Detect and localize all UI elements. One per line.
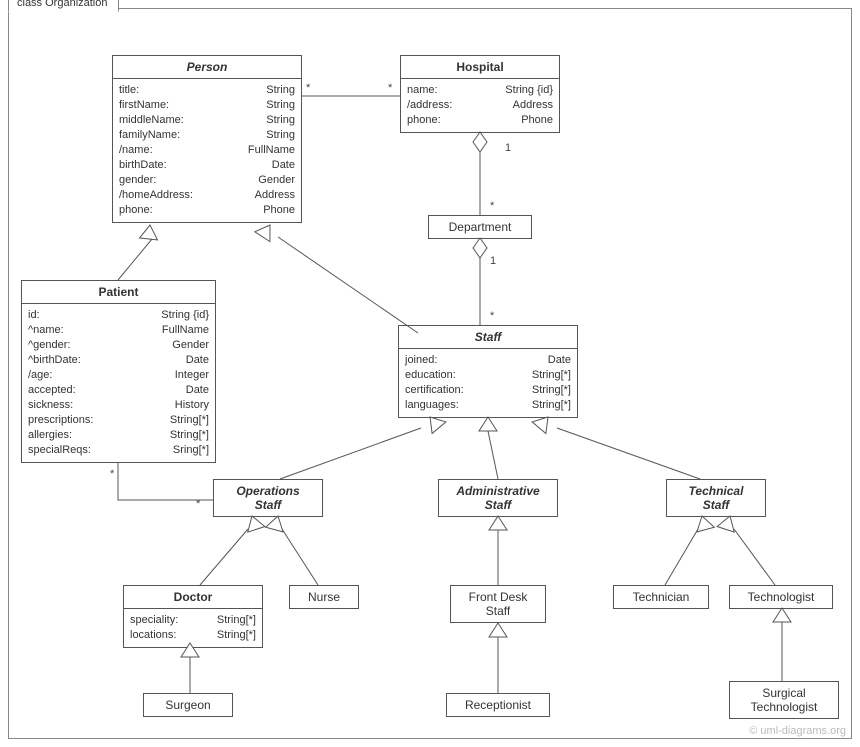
attribute-row: title:String xyxy=(119,83,295,98)
class-surgeon-title: Surgeon xyxy=(144,694,232,716)
class-technologist-title: Technologist xyxy=(730,586,832,608)
attribute-row: specialReqs:Sring[*] xyxy=(28,443,209,458)
class-patient-attrs: id:String {id}^name:FullName^gender:Gend… xyxy=(22,304,215,462)
class-staff: Staff joined:Dateeducation:String[*]cert… xyxy=(398,325,578,418)
attribute-row: ^gender:Gender xyxy=(28,338,209,353)
class-operations-staff-title: OperationsStaff xyxy=(214,480,322,516)
mult-patient-ops-left: * xyxy=(110,468,114,480)
attribute-row: /address:Address xyxy=(407,98,553,113)
watermark: © uml-diagrams.org xyxy=(749,725,846,737)
attribute-row: locations:String[*] xyxy=(130,628,256,643)
class-administrative-staff-title: AdministrativeStaff xyxy=(439,480,557,516)
mult-patient-ops-right: * xyxy=(196,498,200,510)
attribute-row: id:String {id} xyxy=(28,308,209,323)
attribute-row: phone:Phone xyxy=(119,203,295,218)
attribute-row: ^birthDate:Date xyxy=(28,353,209,368)
class-hospital-title: Hospital xyxy=(401,56,559,78)
class-doctor-attrs: speciality:String[*]locations:String[*] xyxy=(124,609,262,647)
class-doctor-title: Doctor xyxy=(124,586,262,608)
class-hospital: Hospital name:String {id}/address:Addres… xyxy=(400,55,560,133)
class-operations-staff: OperationsStaff xyxy=(213,479,323,517)
attribute-row: prescriptions:String[*] xyxy=(28,413,209,428)
attribute-row: joined:Date xyxy=(405,353,571,368)
mult-person-hospital-right: * xyxy=(388,82,392,94)
class-person-attrs: title:StringfirstName:StringmiddleName:S… xyxy=(113,79,301,222)
mult-hospital-dept-bottom: * xyxy=(490,200,494,212)
mult-person-hospital-left: * xyxy=(306,82,310,94)
class-front-desk-staff: Front DeskStaff xyxy=(450,585,546,623)
mult-dept-staff-top: 1 xyxy=(490,255,496,267)
attribute-row: name:String {id} xyxy=(407,83,553,98)
attribute-row: firstName:String xyxy=(119,98,295,113)
class-department-title: Department xyxy=(429,216,531,238)
attribute-row: middleName:String xyxy=(119,113,295,128)
class-surgical-technologist: SurgicalTechnologist xyxy=(729,681,839,719)
mult-dept-staff-bottom: * xyxy=(490,310,494,322)
attribute-row: /age:Integer xyxy=(28,368,209,383)
class-staff-attrs: joined:Dateeducation:String[*]certificat… xyxy=(399,349,577,417)
attribute-row: /name:FullName xyxy=(119,143,295,158)
class-nurse: Nurse xyxy=(289,585,359,609)
attribute-row: education:String[*] xyxy=(405,368,571,383)
mult-hospital-dept-top: 1 xyxy=(505,142,511,154)
frame-title: class Organization xyxy=(17,0,108,9)
attribute-row: familyName:String xyxy=(119,128,295,143)
attribute-row: birthDate:Date xyxy=(119,158,295,173)
class-person: Person title:StringfirstName:Stringmiddl… xyxy=(112,55,302,223)
class-person-title: Person xyxy=(113,56,301,78)
frame-title-tab: class Organization xyxy=(8,0,119,12)
attribute-row: /homeAddress:Address xyxy=(119,188,295,203)
class-front-desk-staff-title: Front DeskStaff xyxy=(451,586,545,622)
class-doctor: Doctor speciality:String[*]locations:Str… xyxy=(123,585,263,648)
attribute-row: gender:Gender xyxy=(119,173,295,188)
class-technician-title: Technician xyxy=(614,586,708,608)
attribute-row: speciality:String[*] xyxy=(130,613,256,628)
class-receptionist-title: Receptionist xyxy=(447,694,549,716)
class-patient: Patient id:String {id}^name:FullName^gen… xyxy=(21,280,216,463)
attribute-row: phone:Phone xyxy=(407,113,553,128)
attribute-row: certification:String[*] xyxy=(405,383,571,398)
attribute-row: languages:String[*] xyxy=(405,398,571,413)
attribute-row: ^name:FullName xyxy=(28,323,209,338)
class-technical-staff-title: TechnicalStaff xyxy=(667,480,765,516)
attribute-row: accepted:Date xyxy=(28,383,209,398)
class-nurse-title: Nurse xyxy=(290,586,358,608)
class-receptionist: Receptionist xyxy=(446,693,550,717)
class-hospital-attrs: name:String {id}/address:Addressphone:Ph… xyxy=(401,79,559,132)
attribute-row: allergies:String[*] xyxy=(28,428,209,443)
attribute-row: sickness:History xyxy=(28,398,209,413)
class-administrative-staff: AdministrativeStaff xyxy=(438,479,558,517)
class-surgical-technologist-title: SurgicalTechnologist xyxy=(730,682,838,718)
class-technical-staff: TechnicalStaff xyxy=(666,479,766,517)
class-department: Department xyxy=(428,215,532,239)
class-staff-title: Staff xyxy=(399,326,577,348)
class-technician: Technician xyxy=(613,585,709,609)
class-surgeon: Surgeon xyxy=(143,693,233,717)
class-patient-title: Patient xyxy=(22,281,215,303)
class-technologist: Technologist xyxy=(729,585,833,609)
